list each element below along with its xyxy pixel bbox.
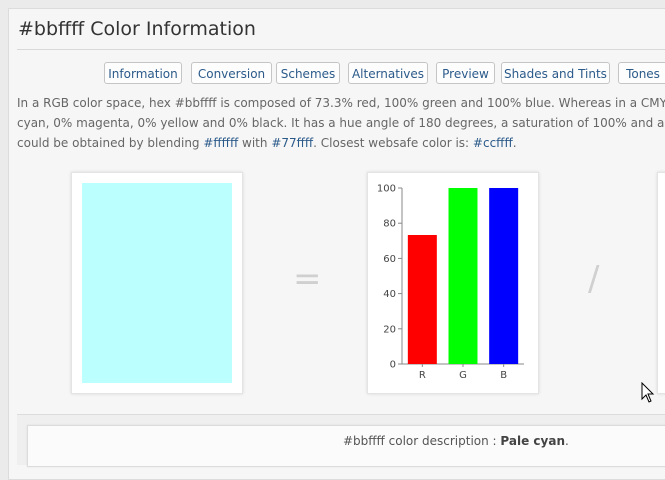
- color-swatch-card: [71, 172, 243, 394]
- mouse-cursor-icon: [641, 382, 655, 403]
- bar-b: [489, 188, 519, 364]
- color-name-prefix: #bbffff color description :: [343, 434, 501, 448]
- y-tick-label: 80: [383, 219, 396, 230]
- tab-preview[interactable]: Preview: [436, 62, 495, 84]
- page-title: #bbffff Color Information: [18, 18, 256, 40]
- color-name-text: #bbffff color description : Pale cyan.: [343, 434, 569, 448]
- websafe-color-link[interactable]: #ccffff: [473, 136, 513, 150]
- equals-sign: =: [293, 259, 322, 299]
- tab-shades-and-tints[interactable]: Shades and Tints: [501, 62, 610, 84]
- description-text: could be obtained by blending: [17, 136, 204, 150]
- bar-r: [407, 234, 437, 364]
- bar-g: [448, 188, 478, 364]
- description-line-1: In a RGB color space, hex #bbffff is com…: [17, 96, 665, 110]
- tab-information[interactable]: Information: [104, 62, 182, 84]
- x-tick-label: B: [500, 370, 507, 381]
- color-swatch: [82, 183, 232, 383]
- tab-conversion[interactable]: Conversion: [191, 62, 272, 84]
- description-line-3: could be obtained by blending #ffffff wi…: [17, 133, 665, 153]
- x-tick-label: R: [419, 370, 426, 381]
- next-card: [657, 172, 665, 394]
- y-tick-label: 40: [383, 289, 396, 300]
- blend-color-link-2[interactable]: #77ffff: [271, 136, 313, 150]
- tab-tones[interactable]: Tones: [618, 62, 665, 84]
- description-text: .: [512, 136, 517, 150]
- description-text: with: [238, 136, 272, 150]
- x-tick-label: G: [459, 370, 467, 381]
- color-name-suffix: .: [564, 434, 569, 448]
- slash-sign: /: [588, 259, 600, 299]
- rgb-chart-card: 0 20 40 60 80 100 R G B: [367, 172, 539, 394]
- tab-schemes[interactable]: Schemes: [276, 62, 340, 84]
- description-text: . Closest websafe color is:: [313, 136, 473, 150]
- y-tick-label: 20: [383, 324, 396, 335]
- y-tick-label: 60: [383, 254, 396, 265]
- tab-alternatives[interactable]: Alternatives: [348, 62, 428, 84]
- description-line-2: cyan, 0% magenta, 0% yellow and 0% black…: [17, 116, 665, 130]
- rgb-bar-chart: 0 20 40 60 80 100 R G B: [377, 184, 524, 381]
- color-description-text: In a RGB color space, hex #bbffff is com…: [17, 93, 665, 153]
- blend-color-link-1[interactable]: #ffffff: [203, 136, 238, 150]
- title-divider: [17, 49, 665, 50]
- section-tabs: Information Conversion Schemes Alternati…: [104, 62, 665, 86]
- y-tick-label: 100: [377, 184, 396, 195]
- color-name: Pale cyan: [500, 434, 565, 448]
- y-tick-label: 0: [390, 360, 396, 371]
